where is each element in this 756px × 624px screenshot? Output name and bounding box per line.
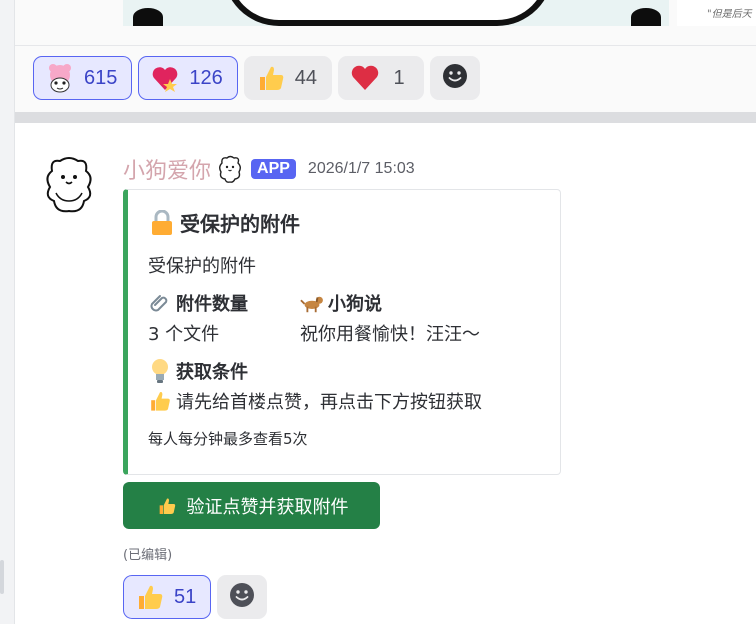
thumbs-up-icon	[155, 494, 179, 518]
reaction-count: 126	[189, 66, 223, 89]
previous-image-caption: "但是后天	[677, 0, 756, 26]
previous-message-image[interactable]	[123, 0, 669, 26]
avatar[interactable]	[38, 153, 100, 215]
smiley-icon	[229, 582, 255, 612]
message-header: 小狗爱你 APP 2026/1/7 15:03	[123, 154, 415, 184]
username[interactable]: 小狗爱你	[123, 153, 211, 185]
embed-title-text: 受保护的附件	[180, 212, 300, 236]
reaction-heart-star[interactable]: 126	[138, 56, 238, 100]
field-name: 获取条件	[148, 358, 482, 384]
embed-description: 受保护的附件	[148, 256, 256, 277]
field-value-row: 请先给首楼点赞，再点击下方按钮获取	[148, 388, 482, 414]
edited-label: (已编辑)	[123, 548, 173, 563]
dog-icon	[300, 291, 324, 315]
reaction-thumbs-up[interactable]: 44	[243, 56, 332, 100]
reaction-red-heart[interactable]: 1	[338, 56, 424, 100]
field-value-text: 请先给首楼点赞，再点击下方按钮获取	[176, 392, 482, 413]
verify-like-get-attachment-button[interactable]: 验证点赞并获取附件	[123, 482, 380, 529]
image-detail	[631, 8, 661, 26]
lock-icon	[150, 209, 174, 235]
field-name: 小狗说	[300, 290, 480, 316]
reaction-thumbs-up[interactable]: 51	[123, 575, 212, 619]
reaction-count: 1	[393, 66, 405, 89]
add-reaction-button[interactable]	[217, 575, 268, 619]
message-reactions: 51	[123, 575, 268, 619]
pink-bear-sticker-icon	[44, 62, 76, 94]
image-detail	[223, 0, 553, 26]
divider	[15, 45, 756, 46]
field-dog-says: 小狗说 祝你用餐愉快！汪汪～	[300, 290, 480, 346]
field-requirement: 获取条件 请先给首楼点赞，再点击下方按钮获取	[148, 358, 482, 414]
thumbs-up-icon	[255, 62, 287, 94]
paperclip-icon	[148, 291, 172, 315]
previous-message-reactions: 615 126 44 1	[33, 56, 480, 100]
embed-footer: 每人每分钟最多查看5次	[148, 430, 308, 448]
field-value: 祝你用餐愉快！汪汪～	[300, 324, 480, 345]
scrollbar-thumb[interactable]	[0, 560, 4, 594]
field-value: 3 个文件	[148, 324, 220, 345]
field-name-text: 附件数量	[176, 294, 248, 315]
field-name-text: 小狗说	[328, 294, 382, 315]
thumbs-up-icon	[148, 389, 172, 413]
smiley-icon	[442, 63, 468, 93]
message-separator	[15, 112, 756, 123]
field-name: 附件数量	[148, 290, 248, 316]
image-detail	[133, 8, 163, 26]
timestamp[interactable]: 2026/1/7 15:03	[308, 160, 415, 178]
app-badge: APP	[251, 159, 296, 179]
thumbs-up-icon	[134, 581, 166, 613]
reaction-count: 615	[84, 66, 118, 89]
lightbulb-icon	[148, 359, 172, 383]
reaction-count: 44	[294, 66, 317, 89]
button-label: 验证点赞并获取附件	[186, 496, 349, 518]
embed-title: 受保护的附件	[150, 208, 300, 237]
field-attachment-count: 附件数量 3 个文件	[148, 290, 248, 346]
reaction-count: 51	[174, 585, 197, 608]
protected-attachment-embed: 受保护的附件 受保护的附件 附件数量 3 个文件 小狗说 祝你用餐愉快！汪汪～ …	[123, 189, 561, 475]
reaction-pink-bear[interactable]: 615	[33, 56, 133, 100]
heart-with-star-icon	[149, 62, 181, 94]
add-reaction-button[interactable]	[430, 56, 480, 100]
red-heart-icon	[349, 62, 381, 94]
field-name-text: 获取条件	[176, 362, 248, 383]
left-scroll-edge[interactable]	[0, 0, 15, 624]
dog-decoration-icon	[217, 155, 243, 183]
